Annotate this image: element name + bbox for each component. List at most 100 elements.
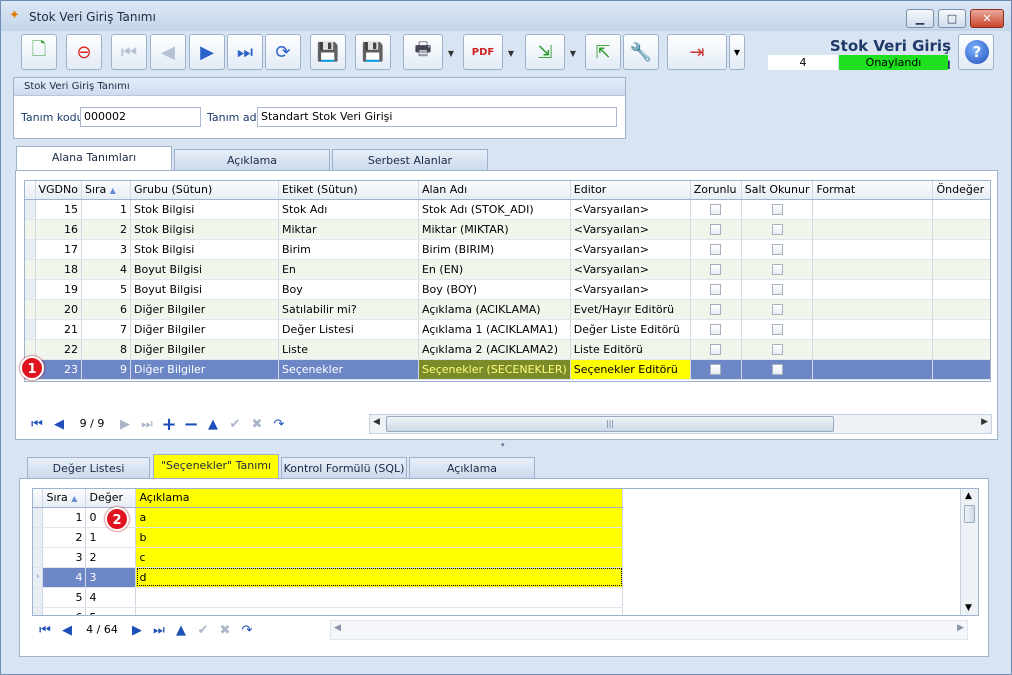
cell-value[interactable]: 3: [85, 567, 137, 588]
required-checkbox[interactable]: [710, 204, 722, 215]
cell-sira[interactable]: 4: [81, 259, 131, 280]
cell-label[interactable]: Seçenekler: [278, 359, 419, 380]
tab-options-definition[interactable]: "Seçenekler" Tanımı: [153, 454, 279, 479]
confirm-icon[interactable]: ✔: [192, 623, 214, 638]
last-record-icon[interactable]: ⏭: [136, 417, 158, 432]
readonly-checkbox[interactable]: [771, 304, 783, 315]
cell-field[interactable]: Açıklama 1 (ACIKLAMA1): [418, 319, 571, 340]
scroll-up-icon[interactable]: ▲: [965, 491, 972, 501]
tab-free-fields[interactable]: Serbest Alanlar: [332, 149, 488, 171]
table-row[interactable]: 16 2 Stok Bilgisi Miktar Miktar (MIKTAR) <Var…: [25, 219, 990, 240]
prev-record-icon[interactable]: ◀: [48, 417, 70, 432]
exit-dropdown-button[interactable]: ▼: [729, 34, 745, 70]
cell-field[interactable]: Boy (BOY): [418, 279, 571, 300]
cell-group[interactable]: Diğer Bilgiler: [130, 339, 279, 360]
cell-value[interactable]: 2: [85, 547, 137, 568]
readonly-checkbox[interactable]: [771, 204, 783, 215]
required-checkbox[interactable]: [710, 304, 722, 315]
first-record-icon[interactable]: ⏮: [26, 417, 48, 432]
cell-sira[interactable]: 6: [81, 299, 131, 320]
cell-format[interactable]: [812, 299, 934, 320]
cell-description[interactable]: a: [135, 507, 623, 528]
cell-sira[interactable]: 3: [42, 547, 87, 568]
cell-vgdno[interactable]: 20: [35, 299, 82, 320]
cell-default[interactable]: [932, 259, 990, 280]
cell-default[interactable]: [932, 299, 990, 320]
move-up-icon[interactable]: ▲: [170, 623, 192, 638]
splitter-handle-icon[interactable]: ▾: [501, 441, 505, 449]
new-button[interactable]: 🗋: [21, 34, 57, 70]
scroll-thumb[interactable]: |||: [386, 416, 834, 432]
cell-default[interactable]: [932, 279, 990, 300]
cell-sira[interactable]: 2: [81, 219, 131, 240]
next-button[interactable]: ▶: [189, 34, 225, 70]
cell-field[interactable]: En (EN): [418, 259, 571, 280]
cell-sira[interactable]: 7: [81, 319, 131, 340]
cell-description[interactable]: b: [135, 527, 623, 548]
cancel-icon[interactable]: ✖: [246, 417, 268, 432]
scroll-left-icon[interactable]: ◀: [334, 623, 341, 633]
chevron-down-icon[interactable]: ▼: [570, 49, 576, 58]
table-row[interactable]: 17 3 Stok Bilgisi Birim Birim (BIRIM) <Varsya…: [25, 239, 990, 260]
chevron-down-icon[interactable]: ▼: [508, 49, 514, 58]
cell-editor[interactable]: <Varsyaılan>: [570, 199, 691, 220]
cell-vgdno[interactable]: 15: [35, 199, 82, 220]
cell-description[interactable]: d: [135, 567, 623, 588]
scroll-right-icon[interactable]: ▶: [957, 623, 964, 633]
col-description[interactable]: Açıklama: [135, 489, 623, 508]
col-label[interactable]: Etiket (Sütun): [278, 181, 419, 200]
cell-format[interactable]: [812, 219, 934, 240]
export-button[interactable]: ⇲ ▼: [525, 34, 576, 70]
cell-format[interactable]: [812, 239, 934, 260]
cell-field[interactable]: Birim (BIRIM): [418, 239, 571, 260]
cell-field[interactable]: Açıklama 2 (ACIKLAMA2): [418, 339, 571, 360]
cell-format[interactable]: [812, 339, 934, 360]
table-row[interactable]: 54: [33, 587, 623, 608]
cell-label[interactable]: Stok Adı: [278, 199, 419, 220]
cell-sira[interactable]: 5: [81, 279, 131, 300]
table-row[interactable]: 18 4 Boyut Bilgisi En En (EN) <Varsyaılan>: [25, 259, 990, 280]
cell-editor[interactable]: Değer Liste Editörü: [570, 319, 691, 340]
refresh-icon[interactable]: ↷: [236, 623, 258, 638]
cell-vgdno[interactable]: 21: [35, 319, 82, 340]
cell-group[interactable]: Stok Bilgisi: [130, 219, 279, 240]
required-checkbox[interactable]: [710, 284, 722, 295]
col-value[interactable]: Değer: [85, 489, 137, 508]
cell-group[interactable]: Diğer Bilgiler: [130, 319, 279, 340]
refresh-button[interactable]: ⟳: [265, 34, 301, 70]
cell-format[interactable]: [812, 319, 934, 340]
required-checkbox[interactable]: [710, 224, 722, 235]
readonly-checkbox[interactable]: [771, 264, 783, 275]
cell-format[interactable]: [812, 359, 934, 380]
cell-vgdno[interactable]: 16: [35, 219, 82, 240]
cell-default[interactable]: [932, 199, 990, 220]
cell-sira[interactable]: 4: [42, 567, 87, 588]
cell-label[interactable]: Boy: [278, 279, 419, 300]
table-row-selected[interactable]: › 4 3 d: [33, 567, 623, 588]
col-format[interactable]: Format: [812, 181, 934, 200]
cell-format[interactable]: [812, 279, 934, 300]
readonly-checkbox[interactable]: [771, 344, 783, 355]
cell-format[interactable]: [812, 259, 934, 280]
prev-record-icon[interactable]: ◀: [56, 623, 78, 638]
cell-default[interactable]: [932, 339, 990, 360]
col-sira[interactable]: Sıra ▲: [81, 181, 131, 200]
cell-editor[interactable]: <Varsyaılan>: [570, 259, 691, 280]
cell-label[interactable]: En: [278, 259, 419, 280]
cell-group[interactable]: Diğer Bilgiler: [130, 299, 279, 320]
required-checkbox[interactable]: [710, 344, 722, 355]
cell-sira[interactable]: 1: [42, 507, 87, 528]
cell-field[interactable]: Stok Adı (STOK_ADI): [418, 199, 571, 220]
col-required[interactable]: Zorunlu: [690, 181, 742, 200]
cell-description[interactable]: [135, 587, 623, 608]
cell-sira[interactable]: 2: [42, 527, 87, 548]
readonly-checkbox[interactable]: [771, 284, 783, 295]
col-field-name[interactable]: Alan Adı: [418, 181, 571, 200]
move-up-icon[interactable]: ▲: [202, 417, 224, 432]
exit-button[interactable]: ⇥: [667, 34, 727, 70]
col-default[interactable]: Öndeğer: [932, 181, 990, 200]
col-sira[interactable]: Sıra ▲: [42, 489, 87, 508]
last-record-icon[interactable]: ⏭: [148, 623, 170, 638]
cell-field[interactable]: Miktar (MIKTAR): [418, 219, 571, 240]
cell-label[interactable]: Birim: [278, 239, 419, 260]
